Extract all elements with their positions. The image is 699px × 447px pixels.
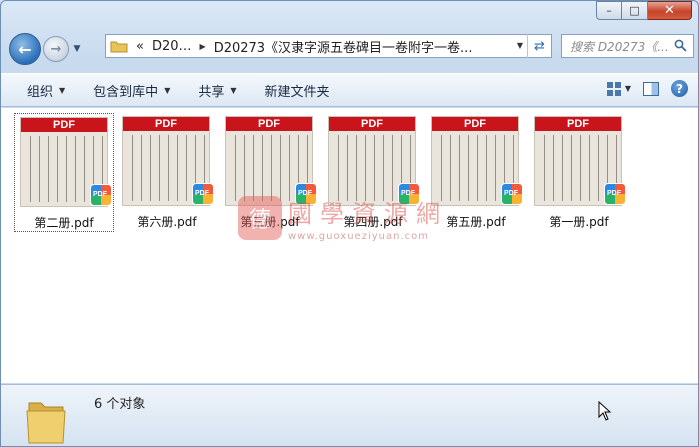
- folder-icon: [26, 402, 66, 444]
- chevron-down-icon: ▼: [164, 85, 171, 95]
- view-dropdown-icon[interactable]: ▼: [625, 84, 631, 93]
- close-button[interactable]: ✕: [648, 1, 692, 20]
- pdf-banner: PDF: [329, 117, 415, 131]
- pdf-reader-icon: PDF: [501, 183, 523, 205]
- breadcrumb-overflow[interactable]: «: [136, 39, 144, 54]
- explorer-window: – □ ✕ ← → ▼ « D20… ▶ D20273《汉隶字源五卷碑目一卷附字…: [0, 0, 699, 447]
- details-pane: 6 个对象: [1, 384, 698, 446]
- address-bar[interactable]: « D20… ▶ D20273《汉隶字源五卷碑目一卷附字一卷... ▼ ⇄: [105, 34, 552, 58]
- command-toolbar: 组织 ▼ 包含到库中 ▼ 共享 ▼ 新建文件夹 ▼ ?: [1, 73, 698, 107]
- pdf-reader-icon: PDF: [604, 183, 626, 205]
- preview-pane-icon[interactable]: [643, 81, 659, 96]
- new-folder-button[interactable]: 新建文件夹: [265, 81, 330, 100]
- address-dropdown-icon[interactable]: ▼: [517, 41, 523, 50]
- minimize-button[interactable]: –: [596, 1, 622, 20]
- chevron-down-icon: ▼: [230, 85, 237, 95]
- refresh-icon: ⇄: [534, 38, 545, 54]
- mouse-pointer-icon: [598, 401, 612, 421]
- breadcrumb-current[interactable]: D20273《汉隶字源五卷碑目一卷附字一卷...: [214, 37, 473, 56]
- close-icon: ✕: [664, 3, 675, 18]
- folder-icon: [110, 41, 128, 53]
- share-menu[interactable]: 共享 ▼: [198, 81, 236, 100]
- pdf-banner: PDF: [226, 117, 312, 131]
- new-folder-label: 新建文件夹: [264, 84, 330, 100]
- chevron-down-icon: ▼: [59, 85, 66, 95]
- share-label: 共享: [198, 84, 225, 100]
- file-name[interactable]: 第一册.pdf: [529, 213, 629, 230]
- file-item[interactable]: PDF PDF 第六册.pdf: [117, 113, 217, 232]
- forward-button[interactable]: →: [43, 36, 69, 62]
- search-icon: [674, 39, 687, 52]
- file-name[interactable]: 第六册.pdf: [117, 213, 217, 230]
- back-button[interactable]: ←: [9, 33, 41, 65]
- breadcrumb-parent[interactable]: D20…: [152, 39, 192, 54]
- watermark: 德 國學資源網 www.guoxueziyuan.com: [238, 194, 448, 242]
- watermark-url: www.guoxueziyuan.com: [288, 231, 429, 242]
- navigation-bar: ← → ▼ « D20… ▶ D20273《汉隶字源五卷碑目一卷附字一卷... …: [9, 31, 694, 67]
- caption-buttons: – □ ✕: [596, 1, 692, 20]
- pdf-banner: PDF: [123, 117, 209, 131]
- chevron-down-icon: ▼: [73, 44, 81, 54]
- maximize-button[interactable]: □: [622, 1, 648, 20]
- include-in-library-menu[interactable]: 包含到库中 ▼: [93, 81, 170, 100]
- file-list[interactable]: PDF PDF 第二册.pdf PDF PDF 第六册.pdf PDF PDF …: [1, 108, 698, 383]
- file-name[interactable]: 第二册.pdf: [15, 214, 113, 231]
- arrow-left-icon: ←: [18, 39, 32, 59]
- pdf-reader-icon: PDF: [90, 184, 112, 206]
- item-count: 6 个对象: [94, 397, 146, 412]
- organize-menu[interactable]: 组织 ▼: [27, 81, 65, 100]
- pdf-banner: PDF: [21, 118, 107, 132]
- pdf-banner: PDF: [432, 117, 518, 131]
- toolbar-right-group: ▼ ?: [595, 80, 688, 97]
- arrow-right-icon: →: [50, 41, 62, 57]
- view-options-icon[interactable]: [606, 81, 621, 96]
- search-input[interactable]: 搜索 D20273《...: [570, 38, 670, 55]
- include-in-library-label: 包含到库中: [93, 84, 159, 100]
- watermark-seal-icon: 德: [238, 196, 282, 240]
- organize-label: 组织: [27, 84, 54, 100]
- search-box[interactable]: 搜索 D20273《...: [561, 34, 694, 58]
- file-item[interactable]: PDF PDF 第一册.pdf: [529, 113, 629, 232]
- file-item[interactable]: PDF PDF 第二册.pdf: [14, 113, 114, 232]
- pdf-banner: PDF: [535, 117, 621, 131]
- breadcrumb-separator-icon[interactable]: ▶: [200, 42, 206, 51]
- pdf-reader-icon: PDF: [192, 183, 214, 205]
- recent-pages-dropdown[interactable]: ▼: [71, 44, 83, 54]
- maximize-icon: □: [629, 4, 640, 17]
- watermark-text: 國學資源網 www.guoxueziyuan.com: [288, 194, 448, 242]
- refresh-button[interactable]: ⇄: [527, 34, 551, 58]
- minimize-icon: –: [606, 4, 612, 17]
- watermark-title: 國學資源網: [288, 200, 448, 228]
- help-icon[interactable]: ?: [671, 80, 688, 97]
